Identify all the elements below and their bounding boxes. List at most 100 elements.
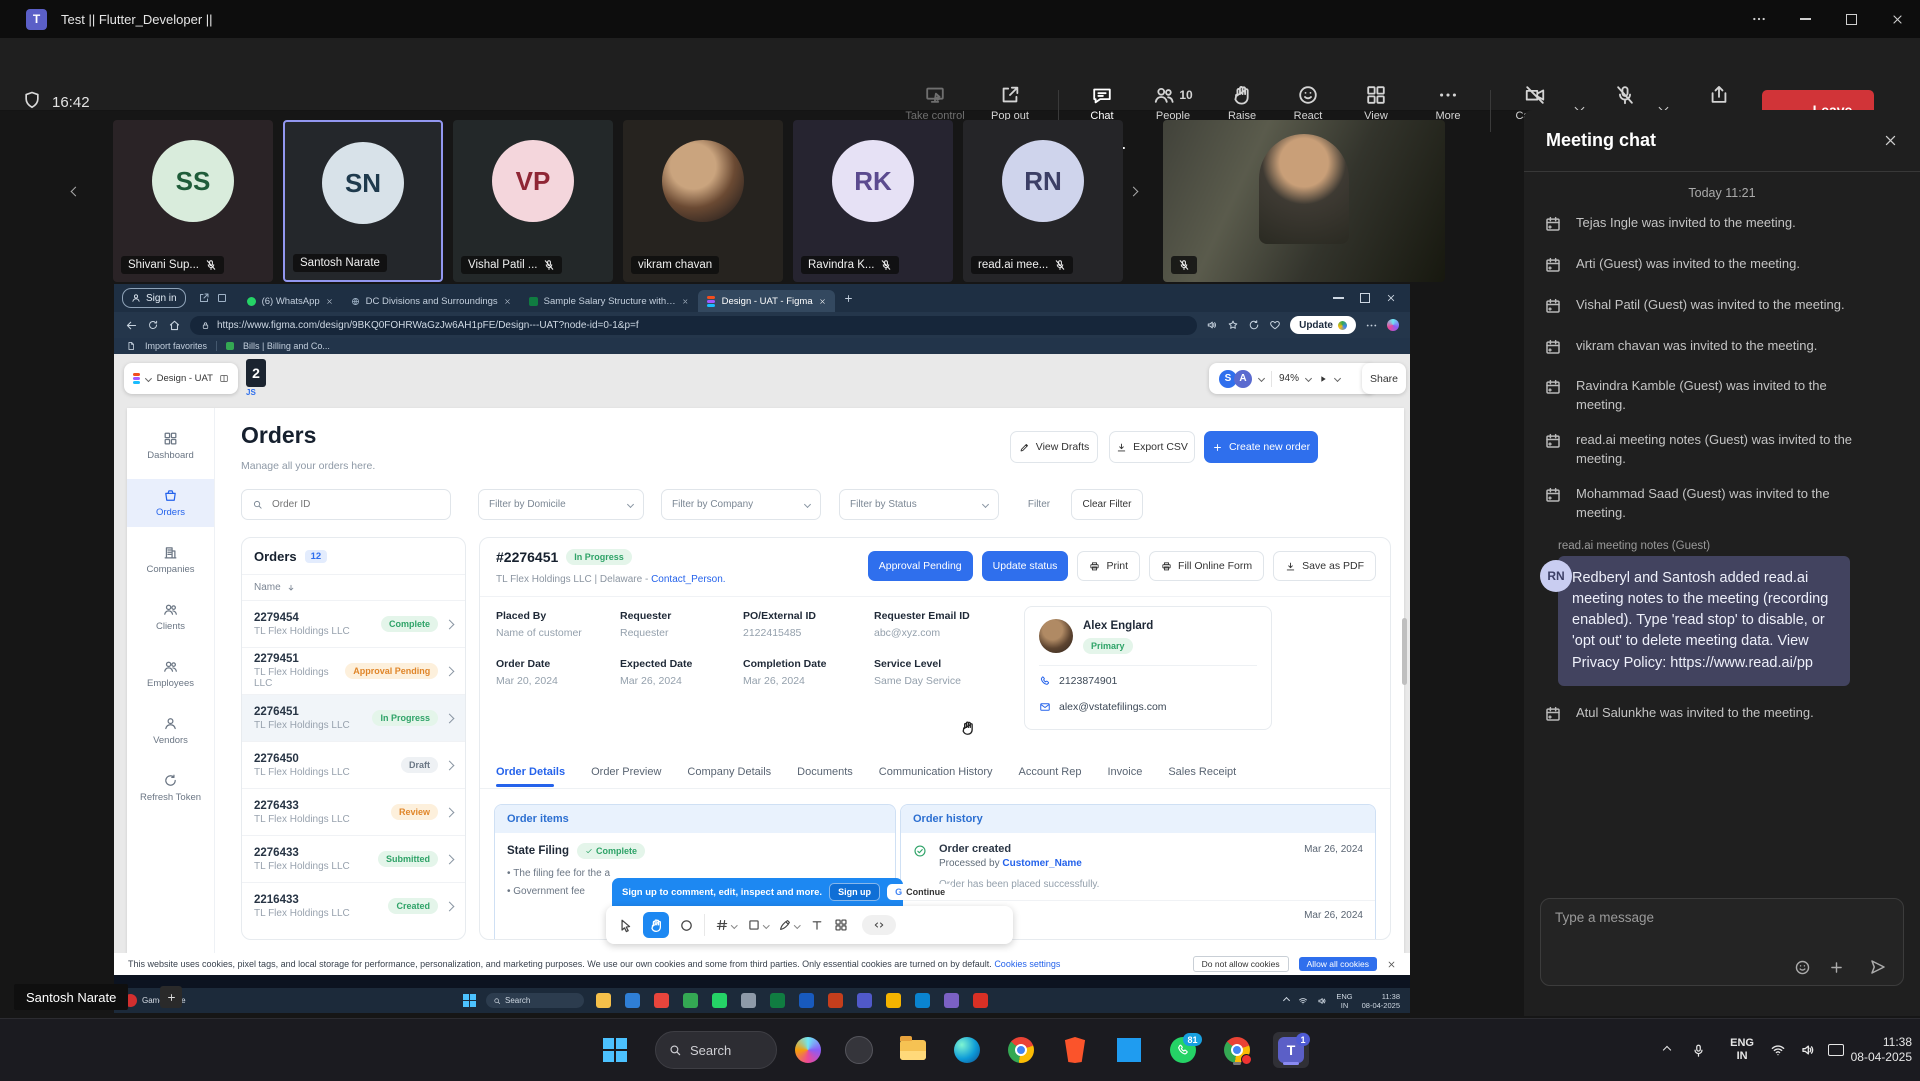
- minimize-button[interactable]: [1782, 0, 1828, 38]
- tab-documents[interactable]: Documents: [797, 766, 853, 778]
- order-row[interactable]: 2276433TL Flex Holdings LLC Submitted: [242, 835, 465, 882]
- tab-close-icon[interactable]: [326, 298, 333, 305]
- sync-icon[interactable]: [1248, 319, 1260, 331]
- filter-domicile-select[interactable]: Filter by Domicile: [478, 489, 644, 520]
- tab-sales-receipt[interactable]: Sales Receipt: [1168, 766, 1236, 778]
- order-id-search-input[interactable]: [241, 489, 451, 520]
- tab-actions-icon[interactable]: [216, 292, 228, 304]
- presenter-tray-chevron[interactable]: [1283, 997, 1290, 1004]
- back-icon[interactable]: [125, 319, 138, 332]
- participant-tile[interactable]: RN read.ai mee...: [963, 120, 1123, 282]
- order-row[interactable]: 2276433TL Flex Holdings LLC Review: [242, 788, 465, 835]
- tray-clock[interactable]: 11:3808-04-2025: [1851, 1019, 1912, 1081]
- taskbar-search[interactable]: Search: [655, 1031, 777, 1069]
- chrome-profile-icon[interactable]: [1219, 1032, 1255, 1068]
- tray-language-indicator[interactable]: ENGIN: [1730, 1019, 1754, 1081]
- titlebar-more-icon[interactable]: [1736, 0, 1782, 38]
- tab-company-details[interactable]: Company Details: [687, 766, 771, 778]
- browser-maximize-icon[interactable]: [1360, 293, 1370, 303]
- chat-input-box[interactable]: [1540, 898, 1904, 986]
- send-icon[interactable]: [1869, 958, 1887, 976]
- sort-descending-icon[interactable]: [286, 583, 296, 593]
- maximize-button[interactable]: [1828, 0, 1874, 38]
- read-aloud-icon[interactable]: [1206, 319, 1218, 331]
- presenter-app-icon[interactable]: [944, 993, 959, 1008]
- order-row[interactable]: 2279451TL Flex Holdings LLC Approval Pen…: [242, 647, 465, 694]
- presenter-app-icon[interactable]: [1002, 993, 1017, 1008]
- bookmark-import-favorites[interactable]: Import favorites: [145, 341, 207, 351]
- participants-scroll-left-chevron[interactable]: [71, 187, 81, 197]
- vscode-icon[interactable]: [1111, 1032, 1147, 1068]
- browser-profile-button[interactable]: Sign in: [122, 288, 186, 308]
- home-icon[interactable]: [168, 319, 181, 332]
- workspaces-icon[interactable]: [198, 292, 210, 304]
- bookmark-bills[interactable]: Bills | Billing and Co...: [243, 341, 330, 351]
- copilot-icon[interactable]: [1387, 319, 1399, 331]
- presenter-app-icon[interactable]: [1031, 993, 1046, 1008]
- contact-person-link[interactable]: Contact_Person.: [651, 574, 726, 585]
- tab-close-icon[interactable]: [682, 298, 689, 305]
- filter-company-select[interactable]: Filter by Company: [661, 489, 821, 520]
- edge-icon[interactable]: [949, 1032, 985, 1068]
- tray-wifi-icon[interactable]: [1770, 1019, 1786, 1081]
- filter-clear-button[interactable]: Clear Filter: [1071, 489, 1143, 520]
- order-row-selected[interactable]: 2276451TL Flex Holdings LLC In Progress: [242, 694, 465, 741]
- presenter-language-indicator[interactable]: ENGIN: [1336, 992, 1352, 1010]
- sidebar-item-refresh-token[interactable]: Refresh Token: [127, 764, 214, 812]
- new-tab-icon[interactable]: [843, 293, 854, 304]
- browser-tab-active[interactable]: Design - UAT - Figma: [698, 290, 835, 312]
- collections-heart-icon[interactable]: [1269, 319, 1281, 331]
- avatars-chevron[interactable]: [1258, 375, 1265, 382]
- signup-button[interactable]: Sign up: [829, 883, 880, 901]
- presenter-start-icon[interactable]: [463, 994, 476, 1007]
- participant-tile[interactable]: RK Ravindra K...: [793, 120, 953, 282]
- create-new-order-button[interactable]: Create new order: [1204, 431, 1318, 463]
- browser-update-button[interactable]: Update: [1290, 316, 1356, 334]
- presenter-app-icon[interactable]: [596, 993, 611, 1008]
- file-explorer-icon[interactable]: [895, 1032, 931, 1068]
- text-tool-icon[interactable]: [810, 918, 824, 932]
- chat-close-icon[interactable]: [1883, 133, 1898, 148]
- canvas-scrollbar[interactable]: [1402, 618, 1407, 685]
- browser-tab[interactable]: (6) WhatsApp: [238, 290, 342, 312]
- participant-tile[interactable]: SS Shivani Sup...: [113, 120, 273, 282]
- tray-pen-icon[interactable]: [1828, 1019, 1844, 1081]
- order-row[interactable]: 2216433TL Flex Holdings LLC Created: [242, 882, 465, 929]
- presenter-app-icon[interactable]: [654, 993, 669, 1008]
- participant-tile[interactable]: vikram chavan: [623, 120, 783, 282]
- presenter-search[interactable]: Search: [486, 993, 584, 1008]
- tray-hidden-icons-chevron[interactable]: [1664, 1019, 1670, 1081]
- sidebar-item-clients[interactable]: Clients: [127, 593, 214, 641]
- comment-tool-icon[interactable]: [679, 918, 694, 933]
- presenter-app-icon[interactable]: [741, 993, 756, 1008]
- present-play-icon[interactable]: [1318, 374, 1328, 384]
- frame-tool[interactable]: [715, 918, 737, 932]
- hand-tool-icon-active[interactable]: [643, 912, 669, 938]
- contact-phone[interactable]: 2123874901: [1059, 675, 1117, 687]
- tray-mic-icon[interactable]: [1691, 1019, 1706, 1081]
- print-button[interactable]: Print: [1077, 551, 1140, 581]
- select-tool-icon[interactable]: [618, 918, 633, 933]
- tab-close-icon[interactable]: [819, 298, 826, 305]
- google-continue-button[interactable]: GContinue: [887, 884, 953, 900]
- present-chevron[interactable]: [1334, 375, 1341, 382]
- name-column-header[interactable]: Name: [254, 582, 281, 593]
- browser-close-icon[interactable]: [1386, 293, 1396, 303]
- whatsapp-icon[interactable]: 81: [1165, 1032, 1201, 1068]
- chat-message-input[interactable]: [1553, 909, 1895, 926]
- presenter-app-icon[interactable]: [857, 993, 872, 1008]
- url-bar[interactable]: https://www.figma.com/design/9BKQ0FOHRWa…: [190, 316, 1197, 335]
- deny-cookies-button[interactable]: Do not allow cookies: [1193, 956, 1289, 972]
- view-drafts-button[interactable]: View Drafts: [1010, 431, 1098, 463]
- chrome-icon[interactable]: [1003, 1032, 1039, 1068]
- start-button[interactable]: [597, 1032, 633, 1068]
- order-row[interactable]: 2279454TL Flex Holdings LLC Complete: [242, 600, 465, 647]
- browser-tab[interactable]: Sample Salary Structure with calc: [520, 290, 698, 312]
- presenter-app-icon[interactable]: [886, 993, 901, 1008]
- cookie-close-icon[interactable]: [1387, 960, 1396, 969]
- browser-menu-icon[interactable]: [1365, 319, 1378, 332]
- sidebar-item-dashboard[interactable]: Dashboard: [127, 422, 214, 470]
- participants-scroll-right-chevron[interactable]: [1129, 187, 1139, 197]
- presenter-app-icon[interactable]: [973, 993, 988, 1008]
- cookie-settings-link[interactable]: Cookies settings: [994, 959, 1060, 969]
